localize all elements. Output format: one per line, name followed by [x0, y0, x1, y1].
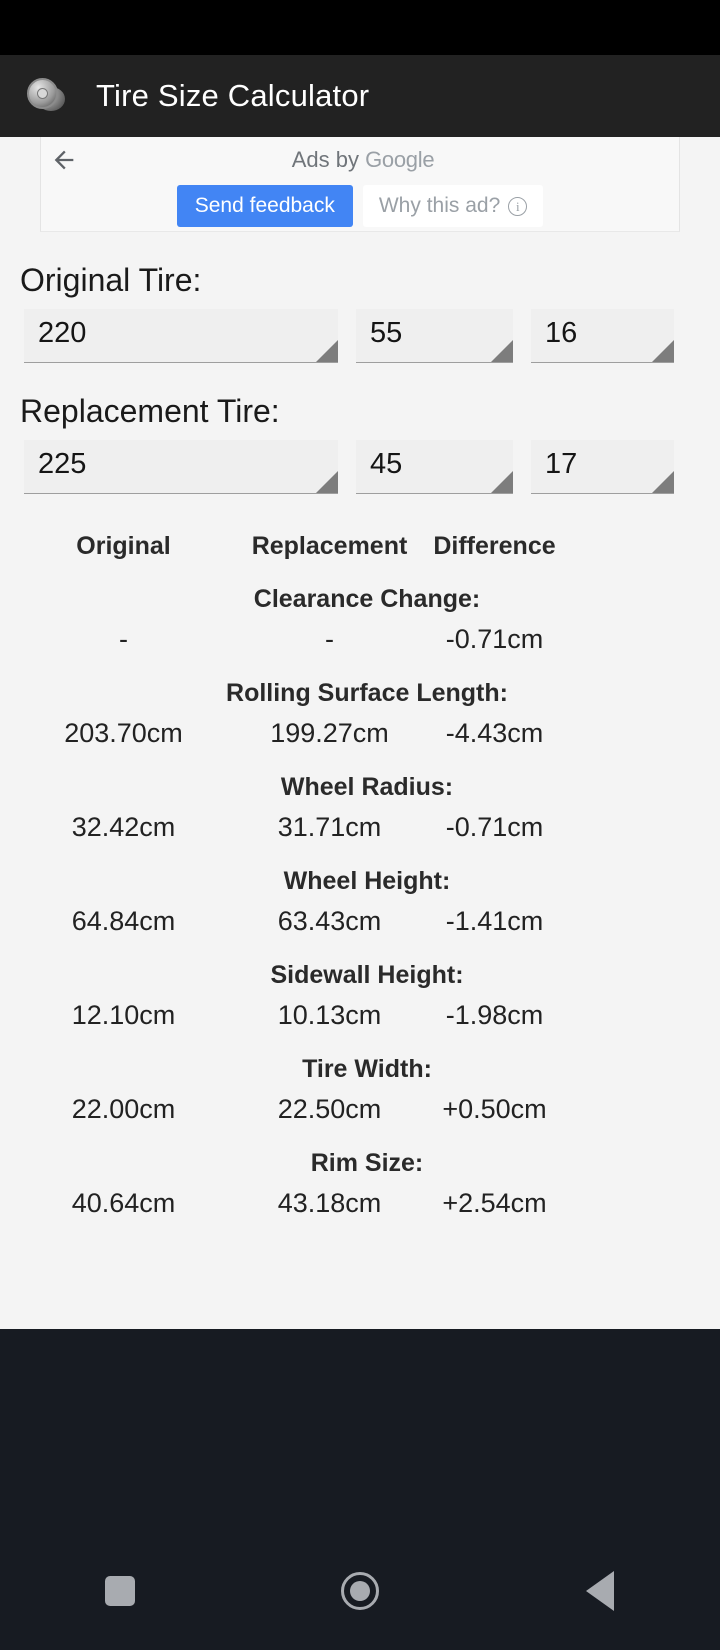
result-row-values: 22.00cm 22.50cm +0.50cm	[0, 1094, 720, 1125]
original-width-value: 220	[38, 317, 87, 349]
result-row-values: 203.70cm 199.27cm -4.43cm	[0, 718, 720, 749]
column-header-difference: Difference	[433, 532, 556, 560]
original-aspect-spinner[interactable]: 55	[356, 309, 513, 363]
replacement-tire-label: Replacement Tire:	[20, 393, 280, 429]
result-row-title: Clearance Change:	[253, 585, 481, 613]
recents-button[interactable]	[0, 1576, 240, 1606]
result-cell-difference: -1.98cm	[445, 1000, 544, 1030]
result-cell-difference: -4.43cm	[445, 718, 544, 748]
spinner-caret-icon	[491, 471, 513, 493]
result-cell-replacement: 22.50cm	[277, 1094, 382, 1124]
result-cell-original: 32.42cm	[71, 812, 176, 842]
result-row: Wheel Radius: 32.42cm 31.71cm -0.71cm	[0, 773, 720, 843]
google-wordmark: Google	[365, 147, 435, 172]
back-button[interactable]	[480, 1571, 720, 1611]
result-cell-difference: +2.54cm	[442, 1188, 547, 1218]
result-cell-replacement: 31.71cm	[277, 812, 382, 842]
spinner-caret-icon	[316, 471, 338, 493]
result-cell-difference: -1.41cm	[445, 906, 544, 936]
page-content: Ads by Google Send feedback Why this ad?…	[0, 137, 720, 1329]
spinner-caret-icon	[652, 471, 674, 493]
app-title: Tire Size Calculator	[96, 78, 370, 113]
home-button[interactable]	[240, 1572, 480, 1610]
ads-by-google-label: Ads by Google	[41, 137, 679, 183]
original-aspect-value: 55	[370, 317, 403, 349]
result-row: Rim Size: 40.64cm 43.18cm +2.54cm	[0, 1149, 720, 1219]
result-row-values: 40.64cm 43.18cm +2.54cm	[0, 1188, 720, 1219]
bottom-black-area	[0, 1329, 720, 1650]
circle-home-icon	[341, 1572, 379, 1610]
info-icon: i	[508, 196, 528, 216]
result-cell-original: 22.00cm	[71, 1094, 176, 1124]
result-cell-replacement: 43.18cm	[277, 1188, 382, 1218]
triangle-back-icon	[586, 1571, 614, 1611]
replacement-aspect-spinner[interactable]: 45	[356, 440, 513, 494]
ad-action-buttons: Send feedback Why this ad? i	[41, 183, 679, 227]
square-recents-icon	[105, 1576, 135, 1606]
spinner-caret-icon	[652, 340, 674, 362]
result-cell-original: 40.64cm	[71, 1188, 176, 1218]
result-row-title: Rim Size:	[310, 1149, 424, 1177]
original-tire-inputs: 220 55 16	[0, 299, 720, 363]
result-cell-difference: -0.71cm	[445, 812, 544, 842]
replacement-width-spinner[interactable]: 225	[24, 440, 338, 494]
result-row: Wheel Height: 64.84cm 63.43cm -1.41cm	[0, 867, 720, 937]
spinner-caret-icon	[491, 340, 513, 362]
result-row: Sidewall Height: 12.10cm 10.13cm -1.98cm	[0, 961, 720, 1031]
status-bar	[0, 0, 720, 55]
ad-header: Ads by Google	[41, 137, 679, 183]
column-header-original: Original	[76, 532, 171, 560]
results-header-row: Original Replacement Difference	[0, 532, 720, 561]
replacement-tire-inputs: 225 45 17	[0, 430, 720, 494]
google-ad-banner[interactable]: Ads by Google Send feedback Why this ad?…	[40, 137, 680, 232]
result-cell-original: 12.10cm	[71, 1000, 176, 1030]
wheel-rim-icon	[26, 75, 68, 117]
result-row-title: Sidewall Height:	[270, 961, 464, 989]
app-bar: Tire Size Calculator	[0, 55, 720, 137]
why-this-ad-label: Why this ad?	[378, 194, 501, 217]
system-navigation-bar	[0, 1532, 720, 1650]
result-cell-original: -	[119, 624, 128, 654]
result-cell-difference: +0.50cm	[442, 1094, 547, 1124]
result-row-values: 64.84cm 63.43cm -1.41cm	[0, 906, 720, 937]
original-rim-spinner[interactable]: 16	[531, 309, 674, 363]
why-this-ad-button[interactable]: Why this ad? i	[362, 185, 544, 227]
result-cell-replacement: 199.27cm	[270, 718, 389, 748]
result-row: Clearance Change: - - -0.71cm	[0, 585, 720, 655]
original-width-spinner[interactable]: 220	[24, 309, 338, 363]
result-cell-replacement: 10.13cm	[277, 1000, 382, 1030]
phone-screen: Tire Size Calculator Ads by Google Send …	[0, 0, 720, 1650]
result-cell-original: 64.84cm	[71, 906, 176, 936]
ads-by-text: Ads by	[291, 147, 366, 172]
spinner-caret-icon	[316, 340, 338, 362]
result-cell-replacement: 63.43cm	[277, 906, 382, 936]
column-header-replacement: Replacement	[251, 532, 408, 560]
back-arrow-icon[interactable]	[47, 143, 81, 177]
result-row-values: - - -0.71cm	[0, 624, 720, 655]
replacement-aspect-value: 45	[370, 448, 403, 480]
replacement-width-value: 225	[38, 448, 87, 480]
result-cell-replacement: -	[325, 624, 334, 654]
replacement-rim-spinner[interactable]: 17	[531, 440, 674, 494]
result-row: Rolling Surface Length: 203.70cm 199.27cm -…	[0, 679, 720, 749]
results-table: Original Replacement Difference Clearanc…	[0, 494, 720, 1219]
result-row-title: Wheel Height:	[283, 867, 451, 895]
result-row-title: Tire Width:	[302, 1055, 432, 1083]
result-row-values: 32.42cm 31.71cm -0.71cm	[0, 812, 720, 843]
result-row: Tire Width: 22.00cm 22.50cm +0.50cm	[0, 1055, 720, 1125]
send-feedback-button[interactable]: Send feedback	[176, 185, 353, 227]
result-row-values: 12.10cm 10.13cm -1.98cm	[0, 1000, 720, 1031]
result-row-title: Rolling Surface Length:	[226, 679, 508, 707]
result-cell-original: 203.70cm	[64, 718, 183, 748]
result-row-title: Wheel Radius:	[280, 773, 454, 801]
result-cell-difference: -0.71cm	[445, 624, 544, 654]
original-tire-label: Original Tire:	[20, 262, 202, 298]
